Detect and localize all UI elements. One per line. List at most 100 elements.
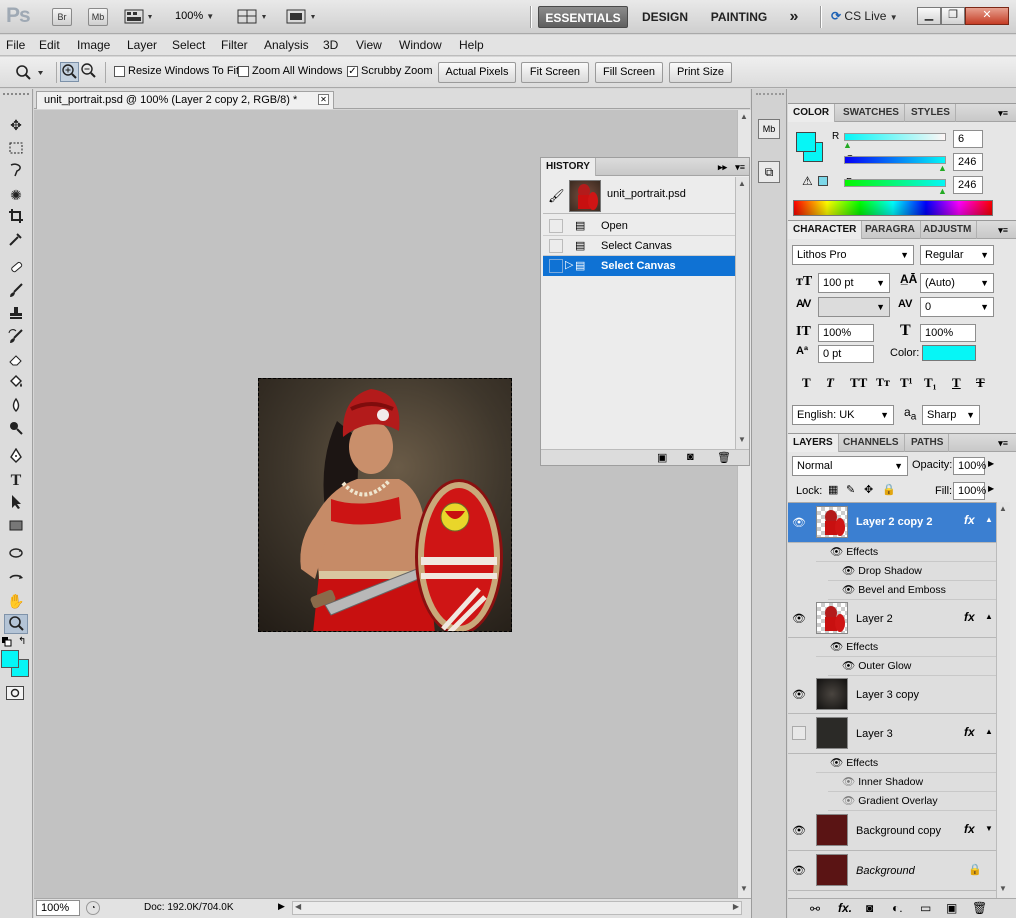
- foreground-color-swatch[interactable]: [1, 650, 19, 668]
- panel-menu-icon[interactable]: ▾≡: [998, 434, 1008, 452]
- new-snapshot-icon[interactable]: ◙: [687, 451, 694, 463]
- out-of-gamut-warning-icon[interactable]: ⚠: [802, 174, 813, 188]
- tab-paths[interactable]: PATHS: [906, 434, 950, 452]
- hand-tool-icon[interactable]: ✋: [4, 591, 28, 611]
- status-zoom-field[interactable]: 100%: [36, 900, 80, 916]
- lock-image-pixels-icon[interactable]: ✎: [846, 483, 855, 496]
- new-document-from-state-icon[interactable]: ▣: [657, 451, 667, 464]
- menu-help[interactable]: Help: [459, 38, 484, 52]
- tab-layers[interactable]: LAYERS: [788, 434, 839, 452]
- tracking-dropdown[interactable]: 0 ▼: [920, 297, 994, 317]
- rectangle-tool-icon[interactable]: [4, 517, 28, 537]
- scroll-left-icon[interactable]: ◀: [295, 902, 301, 911]
- more-workspaces-button[interactable]: »: [783, 6, 805, 28]
- blue-slider-thumb-icon[interactable]: ▲: [938, 186, 947, 196]
- kerning-dropdown[interactable]: ▼: [818, 297, 890, 317]
- subscript-icon[interactable]: T₁: [924, 375, 937, 391]
- add-layer-style-icon[interactable]: fx.: [838, 901, 852, 915]
- mini-bridge-button[interactable]: Mb: [88, 8, 108, 26]
- history-step[interactable]: ▤ Select Canvas: [543, 236, 735, 256]
- spot-healing-brush-tool-icon[interactable]: [4, 259, 28, 279]
- eye-visibility-toggle-off[interactable]: [792, 726, 806, 740]
- strikethrough-icon[interactable]: T: [976, 375, 985, 391]
- rectangular-marquee-tool-icon[interactable]: [4, 139, 28, 159]
- font-family-dropdown[interactable]: Lithos Pro ▼: [792, 245, 914, 265]
- fit-screen-button[interactable]: Fit Screen: [521, 62, 589, 83]
- leading-dropdown[interactable]: (Auto) ▼: [920, 273, 994, 293]
- swap-colors-icon[interactable]: ↰: [18, 636, 26, 647]
- collapse-effects-icon[interactable]: ▲: [985, 612, 993, 621]
- tab-paragraph[interactable]: PARAGRA: [860, 221, 921, 239]
- layer-row-layer-3[interactable]: Layer 3 fx ▲: [788, 714, 996, 754]
- zoom-level-dropdown[interactable]: 100% ▼: [175, 10, 214, 22]
- font-size-dropdown[interactable]: 100 pt ▼: [818, 273, 890, 293]
- scroll-right-icon[interactable]: ▶: [733, 902, 739, 911]
- eye-visibility-icon[interactable]: 👁: [792, 612, 806, 626]
- mini-bridge-panel-button[interactable]: Mb: [758, 119, 780, 139]
- collapse-panel-icon[interactable]: ▸▸: [718, 158, 727, 176]
- layer-effects-icon[interactable]: fx: [964, 610, 975, 624]
- history-brush-tool-icon[interactable]: [4, 328, 28, 348]
- layer-effects-icon[interactable]: fx: [964, 513, 975, 527]
- cs-live-button[interactable]: ⟳ CS Live ▼: [831, 9, 898, 23]
- zoom-out-button[interactable]: [80, 62, 99, 82]
- workspace-design-button[interactable]: DESIGN: [637, 6, 693, 28]
- color-spectrum-ramp[interactable]: [793, 200, 993, 216]
- workspace-essentials-button[interactable]: ESSENTIALS: [538, 6, 628, 28]
- eye-visibility-icon[interactable]: 👁: [842, 776, 855, 788]
- view-extras-dropdown[interactable]: [124, 8, 156, 26]
- path-selection-tool-icon[interactable]: [4, 494, 28, 514]
- scroll-down-icon[interactable]: ▼: [740, 884, 748, 893]
- eye-visibility-icon[interactable]: 👁: [842, 660, 855, 672]
- panel-menu-icon[interactable]: ▾≡: [735, 158, 745, 176]
- green-slider-thumb-icon[interactable]: ▲: [938, 163, 947, 173]
- tool-preset-picker[interactable]: [14, 63, 48, 81]
- tab-color[interactable]: COLOR: [788, 104, 836, 122]
- panel-menu-icon[interactable]: ▾≡: [998, 104, 1008, 122]
- minimize-button[interactable]: ▁: [917, 7, 941, 25]
- document-image[interactable]: [258, 378, 512, 632]
- effect-row[interactable]: 👁 Outer Glow: [828, 657, 996, 676]
- scroll-up-icon[interactable]: ▲: [999, 504, 1007, 513]
- scroll-down-icon[interactable]: ▼: [999, 884, 1007, 893]
- vertical-scale-field[interactable]: 100%: [818, 324, 874, 342]
- green-slider[interactable]: [844, 156, 946, 164]
- faux-bold-icon[interactable]: T: [802, 375, 811, 391]
- blend-mode-dropdown[interactable]: Normal ▼: [792, 456, 908, 476]
- history-step-checkbox[interactable]: [549, 219, 563, 233]
- scroll-down-icon[interactable]: ▼: [738, 435, 746, 444]
- lock-transparent-pixels-icon[interactable]: ▦: [828, 483, 838, 496]
- history-step-current[interactable]: ▷ ▤ Select Canvas: [543, 256, 735, 276]
- effect-row[interactable]: 👁 Drop Shadow: [828, 562, 996, 581]
- new-adjustment-layer-icon[interactable]: ◐.: [892, 901, 903, 915]
- history-step[interactable]: ▤ Open: [543, 216, 735, 236]
- quick-selection-tool-icon[interactable]: ✺: [4, 185, 28, 205]
- restore-button[interactable]: ❐: [941, 7, 965, 25]
- link-layers-icon[interactable]: ⚯: [810, 902, 820, 916]
- eye-visibility-icon[interactable]: 👁: [792, 864, 806, 878]
- effect-row[interactable]: 👁 Bevel and Emboss: [828, 581, 996, 600]
- document-tab[interactable]: unit_portrait.psd @ 100% (Layer 2 copy 2…: [36, 91, 334, 109]
- small-caps-icon[interactable]: Tт: [876, 375, 890, 390]
- history-brush-source-icon[interactable]: 🖌: [548, 188, 565, 204]
- move-tool-icon[interactable]: ✥: [4, 115, 28, 135]
- horizontal-scale-field[interactable]: 100%: [920, 324, 976, 342]
- status-menu-arrow-icon[interactable]: ▶: [278, 901, 290, 915]
- tab-channels[interactable]: CHANNELS: [838, 434, 905, 452]
- zoom-all-windows-checkbox[interactable]: [238, 66, 249, 77]
- history-step-checkbox[interactable]: [549, 239, 563, 253]
- tab-character[interactable]: CHARACTER: [788, 221, 863, 239]
- menu-filter[interactable]: Filter: [221, 38, 248, 52]
- menu-view[interactable]: View: [356, 38, 382, 52]
- tab-adjustments[interactable]: ADJUSTM: [918, 221, 978, 239]
- gamut-color-swatch[interactable]: [818, 176, 828, 186]
- eye-visibility-icon[interactable]: 👁: [842, 584, 855, 596]
- history-step-checkbox[interactable]: [549, 259, 563, 273]
- default-colors-icon[interactable]: [2, 637, 12, 647]
- foreground-color-swatch[interactable]: [796, 132, 816, 152]
- effect-row[interactable]: 👁 Gradient Overlay: [828, 792, 996, 811]
- layer-row-background[interactable]: 👁 Background 🔒: [788, 851, 996, 891]
- layer-row-background-copy[interactable]: 👁 Background copy fx ▼: [788, 811, 996, 851]
- clone-stamp-tool-icon[interactable]: [4, 305, 28, 325]
- actual-pixels-button[interactable]: Actual Pixels: [438, 62, 516, 83]
